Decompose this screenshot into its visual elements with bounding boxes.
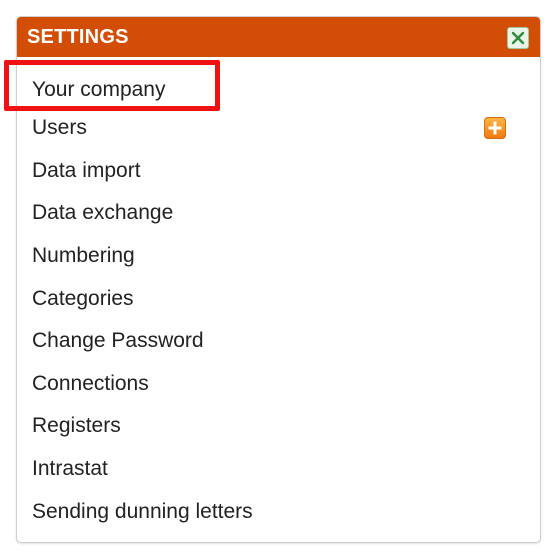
menu-item-label: Your company <box>32 78 166 101</box>
menu-item-your-company[interactable]: Your company <box>17 73 540 107</box>
menu-item-registers[interactable]: Registers <box>17 405 540 448</box>
menu-item-label: Registers <box>32 414 121 438</box>
menu-item-label: Data import <box>32 158 141 182</box>
menu-item-label: Sending dunning letters <box>32 499 253 523</box>
menu-item-data-exchange[interactable]: Data exchange <box>17 192 540 235</box>
settings-panel: SETTINGS Your company Users Data import … <box>16 16 541 543</box>
menu-item-intrastat[interactable]: Intrastat <box>17 448 540 491</box>
menu-item-label: Connections <box>32 371 149 395</box>
menu-item-label: Change Password <box>32 329 204 353</box>
menu-item-label: Categories <box>32 286 134 310</box>
settings-menu: Your company Users Data import Data exch… <box>17 57 540 533</box>
panel-header: SETTINGS <box>17 17 540 57</box>
close-x-icon <box>511 31 525 45</box>
menu-item-label: Intrastat <box>32 457 108 481</box>
menu-item-data-import[interactable]: Data import <box>17 150 540 193</box>
menu-item-categories[interactable]: Categories <box>17 277 540 320</box>
menu-item-label: Data exchange <box>32 201 174 225</box>
plus-icon <box>488 121 502 135</box>
menu-item-label: Users <box>32 116 87 140</box>
menu-item-numbering[interactable]: Numbering <box>17 235 540 278</box>
panel-title: SETTINGS <box>27 25 129 48</box>
menu-item-users[interactable]: Users <box>17 107 540 150</box>
menu-item-change-password[interactable]: Change Password <box>17 320 540 363</box>
menu-item-connections[interactable]: Connections <box>17 363 540 406</box>
menu-item-sending-dunning-letters[interactable]: Sending dunning letters <box>17 490 540 533</box>
menu-item-label: Numbering <box>32 244 135 268</box>
add-user-button[interactable] <box>484 117 506 140</box>
close-button[interactable] <box>507 27 529 49</box>
